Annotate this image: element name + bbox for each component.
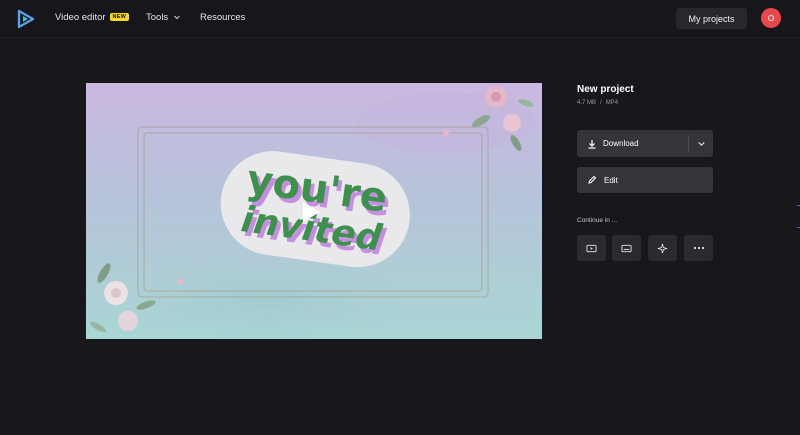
youtube-icon xyxy=(586,244,597,252)
continue-in-label: Continue in ... xyxy=(577,217,618,224)
avatar-initial: O xyxy=(767,13,775,23)
edit-button[interactable]: Edit xyxy=(577,167,713,193)
new-badge: NEW xyxy=(109,13,129,21)
my-projects-button[interactable]: My projects xyxy=(676,8,747,29)
continue-subtitles-button[interactable] xyxy=(612,235,641,261)
nav-resources-label: Resources xyxy=(200,12,246,23)
file-format: MP4 xyxy=(605,100,619,106)
video-preview[interactable]: you're you're invited invited xyxy=(86,83,542,339)
file-size: 4.7 MB xyxy=(577,100,597,106)
download-button[interactable]: Download xyxy=(577,130,688,157)
chevron-down-icon xyxy=(697,141,705,146)
logo-icon[interactable] xyxy=(16,9,36,29)
sparkle-icon xyxy=(657,243,668,253)
nav-tools[interactable]: Tools xyxy=(146,12,181,23)
more-icon xyxy=(693,246,704,250)
nav-video-editor-label: Video editor xyxy=(55,12,106,23)
project-title: New project xyxy=(577,84,634,95)
top-navigation-bar: Video editor NEW Tools Resources My proje… xyxy=(0,0,800,38)
project-meta: 4.7 MB / MP4 xyxy=(577,100,618,106)
pencil-icon xyxy=(588,175,597,184)
meta-separator: / xyxy=(600,100,602,106)
download-icon xyxy=(588,139,596,149)
nav-video-editor[interactable]: Video editor NEW xyxy=(55,12,129,23)
download-label: Download xyxy=(603,139,639,148)
continue-youtube-button[interactable] xyxy=(577,235,606,261)
download-split-button: Download xyxy=(577,130,713,157)
edit-label: Edit xyxy=(604,175,618,185)
subtitles-icon xyxy=(621,244,632,252)
nav-tools-label: Tools xyxy=(146,12,169,23)
continue-more-button[interactable] xyxy=(684,235,713,261)
avatar[interactable]: O xyxy=(761,8,781,28)
play-icon[interactable] xyxy=(295,197,325,227)
nav-resources[interactable]: Resources xyxy=(200,12,245,23)
my-projects-label: My projects xyxy=(688,13,735,24)
continue-ai-button[interactable] xyxy=(648,235,677,261)
download-options-button[interactable] xyxy=(689,130,713,157)
chevron-down-icon xyxy=(173,15,180,20)
